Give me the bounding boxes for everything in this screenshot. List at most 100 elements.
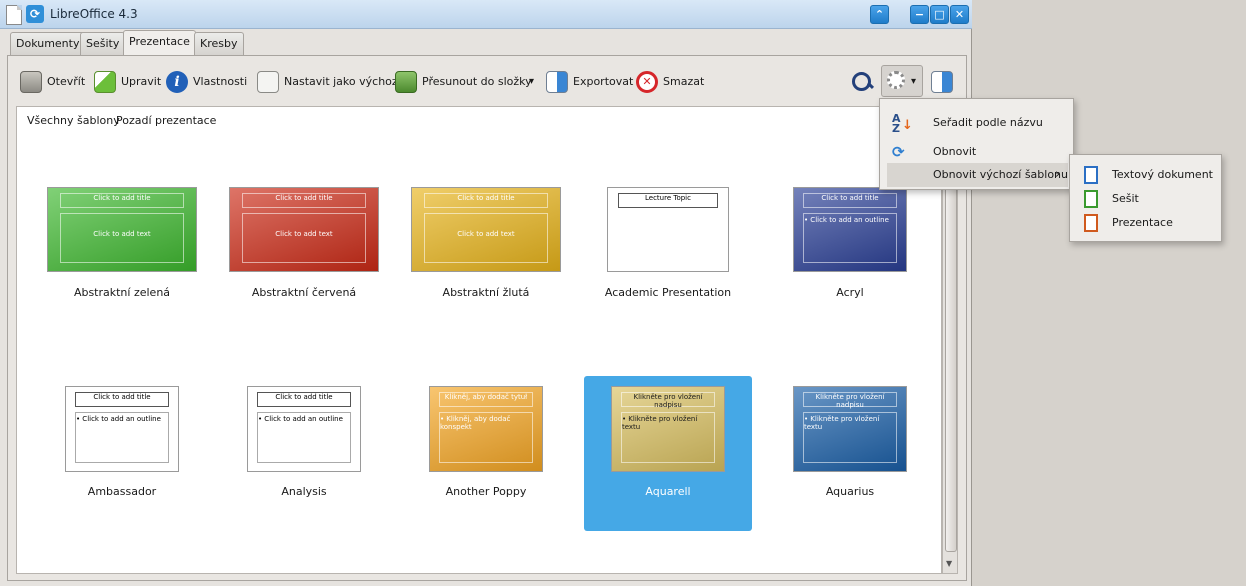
- template-thumbnail: Click to add title Click to add text: [47, 187, 197, 272]
- template-item[interactable]: Klikněte pro vložení nadpisu • Klikněte p…: [766, 376, 934, 531]
- toolbar: Otevřít Upravit i Vlastnosti Nastavit ja…: [15, 65, 955, 97]
- delete-label: Smazat: [663, 75, 705, 88]
- thumbnail-body-placeholder: • Klikněj, aby dodač konspekt: [438, 412, 534, 463]
- edit-icon: [94, 71, 116, 93]
- properties-label: Vlastnosti: [193, 75, 248, 88]
- thumbnail-body-placeholder: • Click to add an outline: [74, 412, 170, 463]
- template-name: Abstraktní červená: [251, 286, 357, 299]
- set-default-label: Nastavit jako výchozí: [284, 75, 401, 88]
- thumbnail-title-placeholder: Click to add title: [74, 392, 170, 408]
- submenu-arrow-icon: ›: [1055, 167, 1061, 182]
- thumbnail-body-placeholder: • Click to add an outline: [802, 212, 898, 263]
- minimize-button[interactable]: −: [910, 5, 929, 24]
- template-name: Another Poppy: [445, 485, 527, 498]
- libreoffice-logo-icon[interactable]: ⟳: [26, 5, 44, 23]
- template-name: Abstraktní zelená: [73, 286, 171, 299]
- template-thumbnail: Click to add title • Click to add an outl…: [793, 187, 907, 272]
- thumbnail-title-placeholder: Click to add title: [256, 392, 352, 408]
- menu-item-reset-default-template[interactable]: Obnovit výchozí šablonu ›: [887, 163, 1068, 187]
- sort-arrow-icon: ↓: [902, 118, 913, 133]
- export-icon: [546, 71, 568, 93]
- template-item[interactable]: Click to add title Click to add text Abstr…: [220, 162, 388, 317]
- template-item[interactable]: Click to add title Click to add text Abstr…: [38, 162, 206, 317]
- template-name: Aquarell: [645, 485, 691, 498]
- thumbnail-title-placeholder: Click to add title: [423, 192, 549, 208]
- filter-all-templates[interactable]: Všechny šablony: [27, 114, 120, 127]
- thumbnail-body-placeholder: • Klikněte pro vložení textu: [620, 412, 716, 463]
- delete-icon: ✕: [636, 71, 658, 93]
- template-item[interactable]: Click to add title • Click to add an outl…: [220, 376, 388, 531]
- template-thumbnail: Klikněj, aby dodač tytuł • Klikněj, aby d…: [429, 386, 543, 472]
- presentation-label: Prezentace: [1112, 216, 1173, 229]
- thumbnail-title-placeholder: Click to add title: [59, 192, 185, 208]
- maximize-button[interactable]: □: [930, 5, 949, 24]
- filter-presentation-backgrounds[interactable]: Pozadí prezentace: [116, 114, 216, 127]
- title-bar: ⟳ LibreOffice 4.3 ⌃ − □ ✕: [0, 0, 972, 29]
- thumbnail-body-placeholder: Click to add text: [59, 212, 185, 263]
- edit-label: Upravit: [121, 75, 162, 88]
- menu-item-spreadsheet[interactable]: Sešit: [1082, 187, 1217, 211]
- thumbnail-body-placeholder: • Click to add an outline: [256, 412, 352, 463]
- refresh-icon: ⟳: [892, 143, 905, 161]
- reset-default-label: Obnovit výchozí šablonu: [933, 168, 1068, 181]
- set-default-icon: [257, 71, 279, 93]
- thumbnail-title-placeholder: Klikněj, aby dodač tytuł: [438, 392, 534, 408]
- thumbnail-body-placeholder: Click to add text: [423, 212, 549, 263]
- calc-spreadsheet-icon: [1084, 190, 1098, 208]
- search-button[interactable]: [851, 68, 875, 96]
- import-button[interactable]: [931, 68, 953, 96]
- thumbnail-title-placeholder: Click to add title: [241, 192, 367, 208]
- template-thumbnail: Click to add title Click to add text: [229, 187, 379, 272]
- template-name: Aquarius: [825, 485, 875, 498]
- document-icon: [6, 5, 22, 25]
- folder-open-icon: [20, 71, 42, 93]
- tab-drawings[interactable]: Kresby: [194, 32, 244, 55]
- template-item[interactable]: Lecture Topic Academic Presentation: [584, 162, 752, 317]
- close-button[interactable]: ✕: [950, 5, 969, 24]
- template-name: Analysis: [281, 485, 327, 498]
- menu-item-sort-by-name[interactable]: AZ ↓ Seřadit podle názvu: [892, 111, 1067, 135]
- libreoffice-window: ⟳ LibreOffice 4.3 ⌃ − □ ✕ Dokumenty Seši…: [0, 0, 972, 586]
- template-name: Ambassador: [87, 485, 157, 498]
- thumbnail-title-placeholder: Klikněte pro vložení nadpisu: [620, 392, 716, 409]
- move-dropdown-arrow-icon[interactable]: ▾: [529, 68, 534, 96]
- template-item[interactable]: Klikněte pro vložení nadpisu • Klikněte p…: [584, 376, 752, 531]
- menu-item-text-document[interactable]: Textový dokument: [1082, 163, 1217, 187]
- template-name: Abstraktní žlutá: [442, 286, 530, 299]
- template-item[interactable]: Click to add title • Click to add an outl…: [38, 376, 206, 531]
- import-icon: [931, 71, 953, 93]
- impress-presentation-icon: [1084, 214, 1098, 232]
- open-label: Otevřít: [47, 75, 86, 88]
- template-thumbnail: Klikněte pro vložení nadpisu • Klikněte p…: [793, 386, 907, 472]
- thumbnail-body-placeholder: • Klikněte pro vložení textu: [802, 412, 898, 463]
- settings-button[interactable]: ▾: [881, 65, 923, 97]
- expand-button[interactable]: ⌃: [870, 5, 889, 24]
- scroll-down-icon[interactable]: ▼: [946, 559, 952, 568]
- template-name: Acryl: [836, 286, 864, 299]
- text-document-label: Textový dokument: [1112, 168, 1213, 181]
- template-item[interactable]: Klikněj, aby dodač tytuł • Klikněj, aby d…: [402, 376, 570, 531]
- tab-presentations[interactable]: Prezentace: [123, 30, 196, 56]
- window-title: LibreOffice 4.3: [50, 7, 138, 21]
- settings-dropdown-arrow-icon: ▾: [911, 76, 917, 87]
- reset-default-submenu: Textový dokument Sešit Prezentace: [1069, 154, 1222, 242]
- export-label: Exportovat: [573, 75, 634, 88]
- tab-spreadsheets[interactable]: Sešity: [80, 32, 126, 55]
- menu-item-refresh[interactable]: ⟳ Obnovit: [892, 140, 1067, 164]
- menu-item-presentation[interactable]: Prezentace: [1082, 211, 1217, 235]
- move-to-folder-label: Přesunout do složky: [422, 75, 532, 88]
- move-folder-icon: [395, 71, 417, 93]
- refresh-label: Obnovit: [933, 145, 977, 158]
- thumbnail-title-placeholder: Lecture Topic: [617, 192, 719, 208]
- template-view: Všechny šablony Pozadí prezentace Click …: [16, 106, 942, 574]
- thumbnail-title-placeholder: Click to add title: [802, 192, 898, 208]
- gear-icon: [887, 71, 905, 89]
- tab-documents[interactable]: Dokumenty: [10, 32, 86, 55]
- template-name: Academic Presentation: [604, 286, 732, 299]
- template-thumbnail: Click to add title Click to add text: [411, 187, 561, 272]
- settings-menu: AZ ↓ Seřadit podle názvu ⟳ Obnovit Obnov…: [879, 98, 1074, 190]
- template-item[interactable]: Click to add title Click to add text Abstr…: [402, 162, 570, 317]
- sort-label: Seřadit podle názvu: [933, 116, 1043, 129]
- template-thumbnail: Click to add title • Click to add an outl…: [65, 386, 179, 472]
- template-thumbnail: Klikněte pro vložení nadpisu • Klikněte p…: [611, 386, 725, 472]
